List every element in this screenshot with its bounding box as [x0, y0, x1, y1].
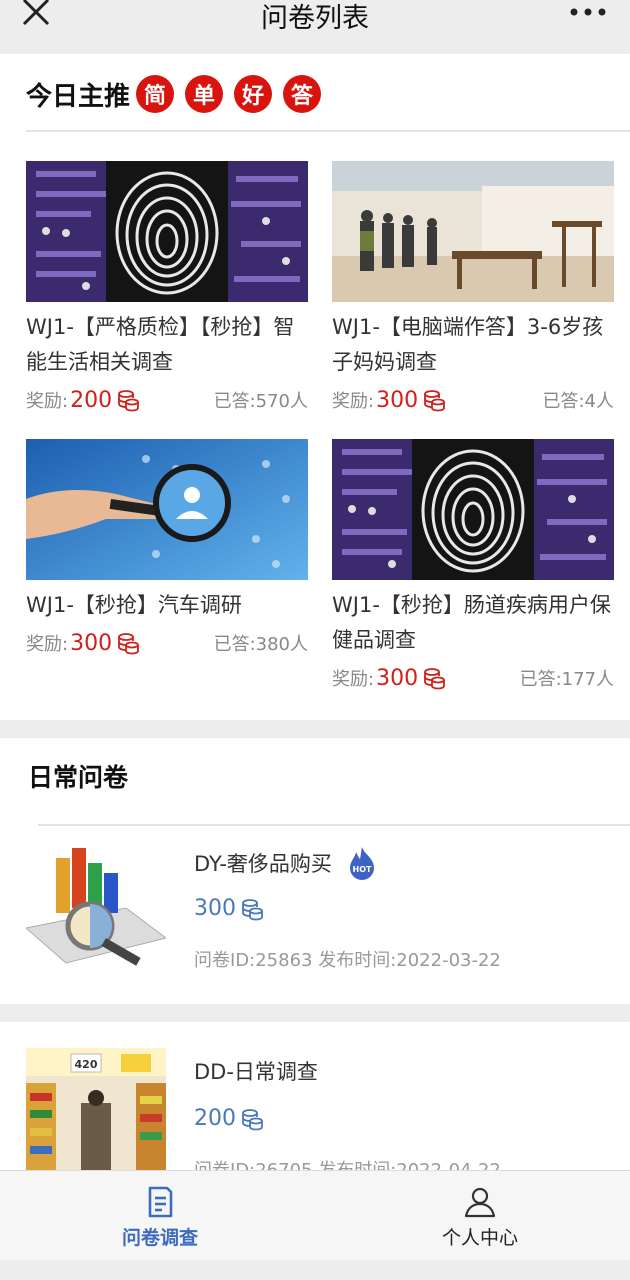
reward-label: 奖励: [26, 634, 69, 655]
hot-icon: HOT [349, 847, 374, 880]
bottom-tab-bar: 问卷调查 个人中心 [0, 1170, 630, 1260]
svg-text:420: 420 [75, 1058, 98, 1071]
item-title: DD-日常调查 [194, 1060, 318, 1084]
badge-char: 简 [136, 75, 175, 113]
points-value: 300 [194, 896, 236, 921]
daily-section: 日常问卷 DY-奢侈品购买 HOT 300 问卷ID:25863 发布时间:20… [0, 738, 630, 1004]
top-nav-bar: 问卷列表 [0, 0, 630, 54]
card-title: WJ1-【秒抢】肠道疾病用户保健品调查 [332, 593, 611, 652]
page-title: 问卷列表 [261, 3, 369, 34]
reward-label: 奖励: [332, 669, 375, 690]
tab-label: 个人中心 [441, 1227, 518, 1249]
tab-survey[interactable]: 问卷调查 [60, 1171, 260, 1261]
coin-icon [118, 633, 139, 655]
coin-icon [424, 390, 445, 412]
answered-count: 已答:380人 [213, 634, 308, 655]
document-icon [148, 1186, 173, 1218]
coin-icon [424, 668, 445, 690]
hot-label: HOT [352, 865, 371, 874]
card-meta: 奖励: 200 已答:570人 [26, 380, 308, 420]
divider [26, 130, 630, 132]
badge-char: 好 [234, 75, 273, 113]
card-meta: 奖励: 300 已答:4人 [332, 380, 614, 420]
daily-section-continued: 420 DD-日常调查 200 问卷ID:26705 发布时间:2022-04-… [0, 1022, 630, 1172]
card-meta: 奖励: 300 已答:380人 [26, 623, 308, 663]
points-value: 200 [194, 1106, 236, 1131]
featured-header: 今日主推 简 单 好 答 [26, 74, 332, 114]
item-title: DY-奢侈品购买 [194, 852, 332, 876]
card-image-showroom [332, 161, 614, 302]
coin-icon [242, 1108, 263, 1130]
item-points: 300 [194, 896, 264, 921]
item-points: 200 [194, 1106, 264, 1131]
survey-card[interactable]: WJ1-【电脑端作答】3-6岁孩子妈妈调查 奖励: 300 已答:4人 [332, 161, 614, 420]
coin-icon [242, 898, 263, 920]
list-item[interactable]: DY-奢侈品购买 HOT 300 问卷ID:25863 发布时间:2022-03… [0, 838, 630, 988]
reward-amount: 300 [376, 387, 419, 413]
bottom-strip [0, 1260, 630, 1280]
card-title: WJ1-【电脑端作答】3-6岁孩子妈妈调查 [332, 315, 604, 374]
tab-profile[interactable]: 个人中心 [380, 1171, 580, 1261]
item-image-chart [26, 838, 166, 968]
survey-card[interactable]: WJ1-【严格质检】【秒抢】智能生活相关调查 奖励: 200 已答:570人 [26, 161, 308, 420]
item-title-row: DY-奢侈品购买 HOT [194, 846, 378, 880]
badge-char: 单 [185, 75, 224, 113]
tab-label: 问卷调查 [121, 1227, 198, 1249]
featured-heading: 今日主推 [26, 81, 131, 112]
survey-card[interactable]: WJ1-【秒抢】汽车调研 奖励: 300 已答:380人 [26, 439, 308, 663]
answered-count: 已答:177人 [519, 669, 614, 690]
list-item[interactable]: 420 DD-日常调查 200 问卷ID:26705 发布时间:2022-04-… [0, 1048, 630, 1172]
reward-amount: 300 [70, 630, 113, 656]
reward-amount: 200 [70, 387, 113, 413]
answered-count: 已答:4人 [542, 391, 614, 412]
reward-label: 奖励: [332, 391, 375, 412]
daily-heading: 日常问卷 [28, 763, 129, 792]
answered-count: 已答:570人 [213, 391, 308, 412]
card-image-fingerprint [26, 161, 308, 302]
card-image-magnifier [26, 439, 308, 580]
more-icon[interactable] [568, 2, 608, 22]
item-image-supermarket: 420 [26, 1048, 166, 1172]
coin-icon [118, 390, 139, 412]
survey-card[interactable]: WJ1-【秒抢】肠道疾病用户保健品调查 奖励: 300 已答:177人 [332, 439, 614, 698]
card-title: WJ1-【秒抢】汽车调研 [26, 593, 242, 617]
card-meta: 奖励: 300 已答:177人 [332, 658, 614, 698]
card-title: WJ1-【严格质检】【秒抢】智能生活相关调查 [26, 315, 295, 374]
item-meta: 问卷ID:25863 发布时间:2022-03-22 [194, 950, 501, 971]
card-image-fingerprint [332, 439, 614, 580]
reward-label: 奖励: [26, 391, 69, 412]
badge-char: 答 [283, 75, 322, 113]
featured-section: 今日主推 简 单 好 答 WJ1-【严格质检】【秒抢】智能生活相关调查 奖励: … [0, 54, 630, 720]
person-icon [464, 1187, 496, 1218]
divider [38, 824, 630, 826]
reward-amount: 300 [376, 665, 419, 691]
